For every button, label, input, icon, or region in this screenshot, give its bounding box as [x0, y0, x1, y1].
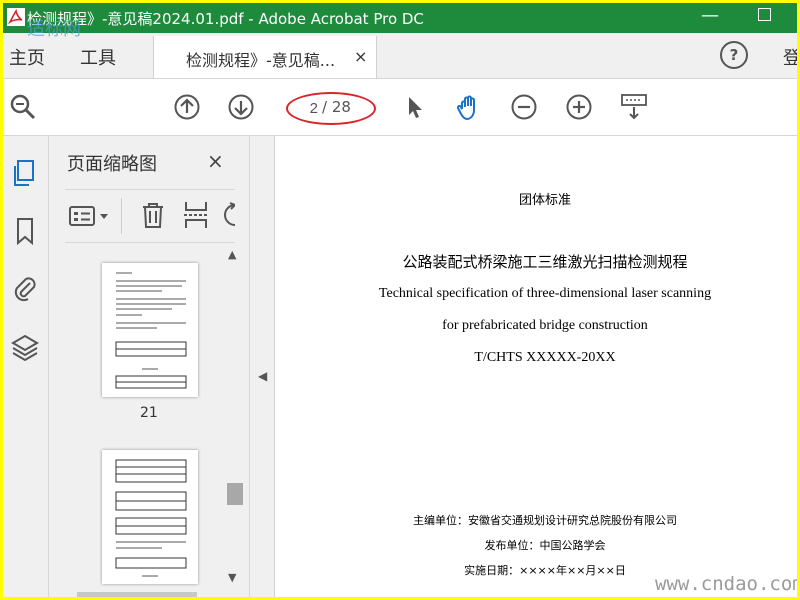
editor-unit: 主编单位：安徽省交通规划设计研究总院股份有限公司 — [413, 514, 677, 527]
thumbnail-list: 21 — [65, 246, 240, 597]
panel-title: 页面缩略图 — [67, 154, 157, 175]
app-window: 检测规程》-意见稿2024.01.pdf - Adobe Acrobat Pro… — [3, 3, 797, 597]
thumbnail-options-icon[interactable] — [69, 204, 113, 228]
keyboard-scroll-icon[interactable] — [620, 93, 648, 121]
scroll-up-icon[interactable]: ▲ — [228, 248, 236, 261]
prev-page-icon[interactable] — [173, 93, 201, 121]
zoom-in-icon[interactable] — [565, 93, 593, 121]
watermark-top-left: 适标网 — [27, 19, 81, 40]
maximize-button[interactable] — [758, 8, 771, 21]
bookmark-icon[interactable] — [10, 216, 40, 246]
document-view[interactable]: 团体标准 公路装配式桥梁施工三维激光扫描检测规程 Technical speci… — [275, 136, 797, 597]
annotation-ellipse — [286, 92, 376, 125]
menu-bar: 主页 工具 检测规程》-意见稿... × ? 登 — [3, 33, 797, 79]
document-code: T/CHTS XXXXX-20XX — [474, 350, 616, 365]
scroll-thumb[interactable] — [227, 483, 243, 505]
panel-tool-separator — [121, 198, 122, 234]
page-thumbnail[interactable] — [102, 450, 198, 584]
search-zoom-icon[interactable] — [9, 93, 37, 121]
select-arrow-icon[interactable] — [401, 93, 429, 121]
publisher-unit: 发布单位：中国公路学会 — [484, 539, 606, 552]
panel-close-button[interactable]: × — [207, 149, 224, 173]
rotate-icon[interactable] — [221, 202, 235, 228]
thumbnail-page-preview — [115, 459, 187, 577]
toolbar: / 28 — [3, 79, 797, 136]
standard-type: 团体标准 — [518, 193, 571, 208]
help-button[interactable]: ? — [720, 41, 748, 69]
window-title: 检测规程》-意见稿2024.01.pdf - Adobe Acrobat Pro… — [27, 10, 424, 28]
split-icon[interactable] — [183, 200, 209, 230]
left-rail — [3, 136, 49, 597]
menu-tools[interactable]: 工具 — [80, 44, 116, 70]
scroll-down-icon[interactable]: ▼ — [228, 571, 236, 584]
menu-home[interactable]: 主页 — [9, 44, 45, 70]
next-page-icon[interactable] — [227, 93, 255, 121]
attachment-icon[interactable] — [10, 273, 40, 303]
delete-icon[interactable] — [140, 201, 166, 229]
acrobat-logo-icon — [7, 8, 25, 26]
page-thumbnail[interactable] — [102, 263, 198, 397]
thumbnail-label: 21 — [140, 405, 158, 421]
panel-collapse-strip[interactable]: ◀ — [250, 136, 275, 597]
panel-toolbar — [65, 189, 235, 243]
thumbnail-page-preview — [115, 272, 187, 389]
document-tab[interactable]: 检测规程》-意见稿... × — [153, 36, 377, 78]
document-tab-close-button[interactable]: × — [354, 47, 367, 66]
layers-icon[interactable] — [10, 332, 40, 362]
minimize-button[interactable]: — — [701, 5, 719, 26]
horizontal-scrollbar[interactable] — [77, 592, 197, 597]
document-tab-label: 检测规程》-意见稿... — [186, 51, 336, 70]
thumbnail-panel: 页面缩略图 × 21 ▲ ▼ — [49, 136, 250, 597]
pages-icon[interactable] — [10, 158, 40, 188]
signin-button[interactable]: 登 — [783, 44, 797, 70]
collapse-arrow-icon[interactable]: ◀ — [258, 369, 267, 383]
document-title-en-1: Technical specification of three-dimensi… — [378, 286, 712, 301]
document-title-en-2: for prefabricated bridge construction — [442, 318, 648, 333]
title-bar: 检测规程》-意见稿2024.01.pdf - Adobe Acrobat Pro… — [3, 3, 797, 33]
zoom-out-icon[interactable] — [510, 93, 538, 121]
hand-icon[interactable] — [455, 93, 483, 121]
watermark-bottom-right: www.cndao.com — [655, 573, 797, 595]
document-title-cn: 公路装配式桥梁施工三维激光扫描检测规程 — [402, 253, 688, 271]
thumbnail-scrollbar[interactable]: ▲ ▼ — [225, 246, 243, 591]
